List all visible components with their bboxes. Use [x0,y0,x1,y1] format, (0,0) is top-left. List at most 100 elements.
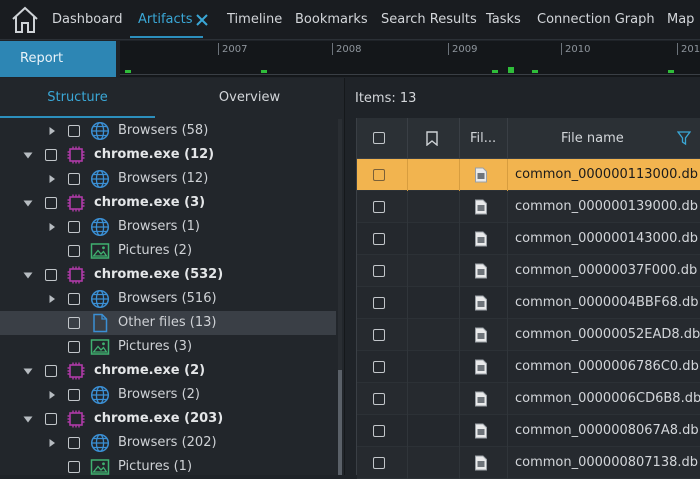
row-checkbox[interactable] [373,425,385,437]
timeline-event-marker[interactable] [261,70,267,73]
tree-node[interactable]: Other files (13) [0,311,336,335]
tree-node[interactable]: Pictures (3) [0,335,336,359]
select-all-checkbox[interactable] [373,132,385,144]
timeline-event-marker[interactable] [508,67,514,73]
chevron-down-icon[interactable] [22,269,34,281]
filter-icon[interactable] [677,131,691,146]
tree-node[interactable]: Browsers (2) [0,383,336,407]
timeline-event-marker[interactable] [125,70,131,73]
table-row[interactable]: common_0000008067A8.db [357,415,700,447]
picture-icon [90,457,110,475]
tab-structure[interactable]: Structure [0,78,155,118]
row-checkbox[interactable] [373,169,385,181]
column-divider [407,255,408,287]
tree-node[interactable]: chrome.exe (2) [0,359,336,383]
tab-connection-graph[interactable]: Connection Graph [537,0,655,40]
tree-node-checkbox[interactable] [68,317,80,329]
table-row[interactable]: common_00000052EAD8.db [357,319,700,351]
table-row[interactable]: common_0000004BBF68.db [357,287,700,319]
tree-node-label: Browsers (58) [118,123,209,138]
tab-map[interactable]: Map [667,0,694,40]
report-button[interactable]: Report [0,41,116,77]
row-checkbox[interactable] [373,233,385,245]
column-divider [407,191,408,223]
tree-node[interactable]: Browsers (202) [0,431,336,455]
row-checkbox[interactable] [373,393,385,405]
tree-node-checkbox[interactable] [68,125,80,137]
column-header-file-type[interactable]: Fil... [470,131,496,146]
table-row[interactable]: common_00000037F000.db [357,255,700,287]
column-divider [507,223,508,255]
chevron-right-icon[interactable] [46,293,58,305]
timeline-event-marker[interactable] [668,70,674,73]
row-checkbox[interactable] [373,361,385,373]
row-checkbox[interactable] [373,265,385,277]
tree-node-checkbox[interactable] [68,437,80,449]
row-checkbox[interactable] [373,201,385,213]
tree-node-checkbox[interactable] [45,149,57,161]
table-row[interactable]: common_000000143000.db [357,223,700,255]
chevron-right-icon[interactable] [46,125,58,137]
tab-bookmarks[interactable]: Bookmarks [295,0,368,40]
table-row[interactable]: common_000000807138.db [357,447,700,479]
tree-node-checkbox[interactable] [68,389,80,401]
tab-artifacts[interactable]: Artifacts [130,0,202,40]
chevron-down-icon[interactable] [22,197,34,209]
timeline-strip[interactable]: 2007 2008 2009 2010 201 [120,41,700,77]
tree-node[interactable]: chrome.exe (532) [0,263,336,287]
chevron-right-icon[interactable] [46,389,58,401]
chevron-down-icon[interactable] [22,413,34,425]
tree-node-checkbox[interactable] [68,293,80,305]
chevron-down-icon[interactable] [22,365,34,377]
table-row[interactable]: common_000000139000.db [357,191,700,223]
tree-node-checkbox[interactable] [68,173,80,185]
row-checkbox[interactable] [373,457,385,469]
chevron-down-icon[interactable] [22,149,34,161]
tree-node[interactable]: chrome.exe (12) [0,143,336,167]
table-row[interactable]: common_0000006CD6B8.db [357,383,700,415]
tree-node[interactable]: Pictures (2) [0,239,336,263]
timeline-event-marker[interactable] [492,70,498,73]
tree-scrollbar-thumb[interactable] [338,370,342,475]
tree-node[interactable]: Browsers (58) [0,119,336,143]
file-table: Fil... File name common_000000113000.db c… [356,118,700,479]
column-divider [407,415,408,447]
tree-node-checkbox[interactable] [45,413,57,425]
column-divider [407,319,408,351]
column-divider [407,351,408,383]
tree-node-checkbox[interactable] [68,245,80,257]
tree-node-checkbox[interactable] [68,341,80,353]
chevron-right-icon[interactable] [46,173,58,185]
tree-node-checkbox[interactable] [68,461,80,473]
tree-node[interactable]: chrome.exe (203) [0,407,336,431]
row-checkbox[interactable] [373,297,385,309]
tree-node-checkbox[interactable] [45,197,57,209]
tree-node[interactable]: Browsers (12) [0,167,336,191]
chip-icon [66,193,86,213]
table-row[interactable]: common_0000006786C0.db [357,351,700,383]
table-row[interactable]: common_000000113000.db [357,159,700,191]
column-header-file-name[interactable]: File name [561,131,624,146]
tree-node[interactable]: Browsers (516) [0,287,336,311]
chevron-right-icon[interactable] [46,437,58,449]
tree-node[interactable]: Browsers (1) [0,215,336,239]
tab-dashboard[interactable]: Dashboard [52,0,123,40]
tab-search-results[interactable]: Search Results [381,0,477,40]
tree-node-label: Pictures (3) [118,339,193,354]
tree-node-checkbox[interactable] [45,269,57,281]
tree-node-checkbox[interactable] [68,221,80,233]
tree-node[interactable]: chrome.exe (3) [0,191,336,215]
tree-node-checkbox[interactable] [45,365,57,377]
home-icon[interactable] [10,5,40,35]
timeline-event-marker[interactable] [532,70,538,73]
tab-overview[interactable]: Overview [155,78,344,118]
chevron-right-icon[interactable] [46,221,58,233]
tab-tasks[interactable]: Tasks [486,0,521,40]
row-checkbox[interactable] [373,329,385,341]
bookmark-icon[interactable] [426,131,438,146]
tab-timeline[interactable]: Timeline [227,0,282,40]
close-icon[interactable] [194,12,210,28]
column-divider [459,191,460,223]
tree-node[interactable]: Pictures (1) [0,455,336,475]
tree-node-label: Browsers (12) [118,171,209,186]
